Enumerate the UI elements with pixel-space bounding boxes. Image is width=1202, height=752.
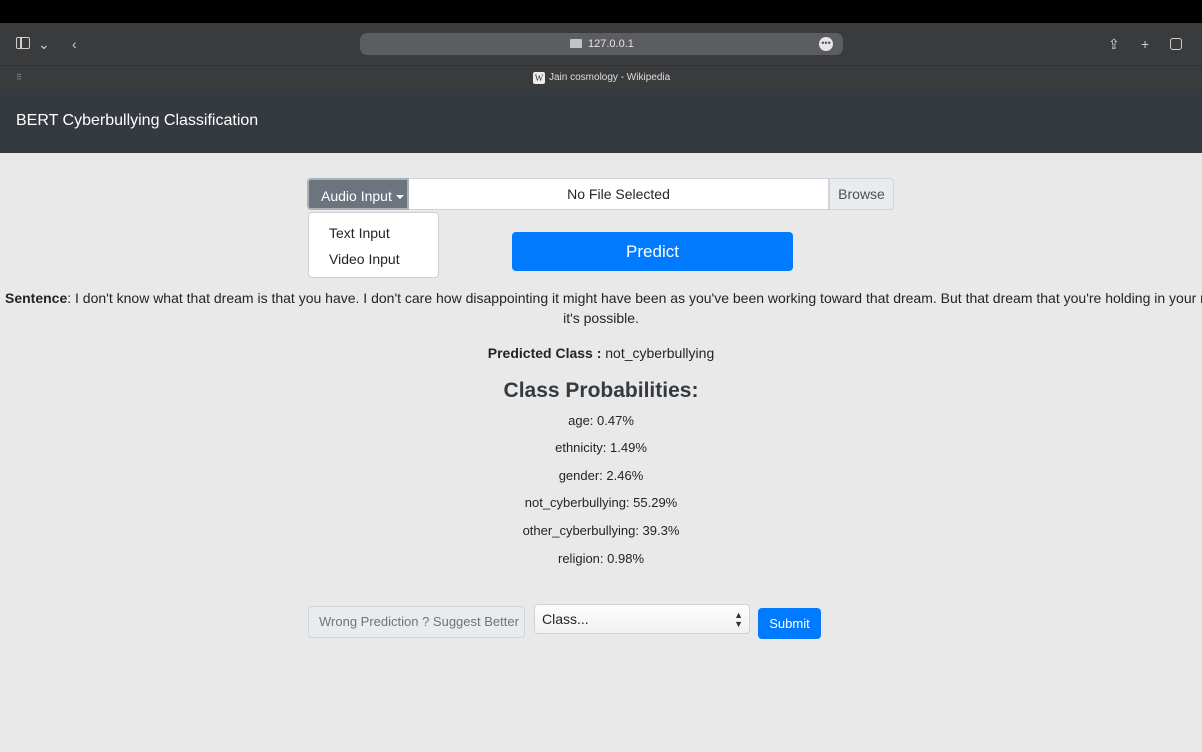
sentence-line-1: Sentence: I don't know what that dream i… <box>5 288 1202 308</box>
new-tab-icon[interactable]: + <box>1141 23 1149 65</box>
class-select-value: Class... <box>542 611 589 627</box>
back-icon[interactable]: ‹ <box>72 23 77 65</box>
probability-other-cyberbullying: other_cyberbullying: 39.3% <box>522 523 680 538</box>
predict-button[interactable]: Predict <box>512 232 793 271</box>
share-icon[interactable]: ⇪ <box>1108 23 1120 65</box>
tabs-overview-icon[interactable] <box>1170 38 1182 50</box>
url-text: 127.0.0.1 <box>588 38 634 50</box>
sentence-line-2: it's possible. <box>563 310 639 326</box>
caret-down-icon <box>395 195 404 200</box>
input-mode-label: Audio Input <box>321 188 392 204</box>
probability-ethnicity: ethnicity: 1.49% <box>555 440 647 455</box>
input-mode-menu: Text Input Video Input <box>308 212 439 278</box>
probability-religion: religion: 0.98% <box>558 551 644 566</box>
screen-top-bar <box>0 0 1202 23</box>
file-input-group: Audio Input No File Selected Browse <box>307 178 894 210</box>
navbar-brand[interactable]: BERT Cyberbullying Classification <box>16 112 258 130</box>
tab-title[interactable]: Jain cosmology - Wikipedia <box>549 66 670 90</box>
predicted-class-value: not_cyberbullying <box>605 345 715 361</box>
probability-age: age: 0.47% <box>568 413 634 428</box>
browse-button[interactable]: Browse <box>829 178 894 210</box>
sentence-value: : I don't know what that dream is that y… <box>67 290 1202 306</box>
select-arrows-icon: ▲ ▼ <box>734 610 743 629</box>
predicted-class: Predicted Class : not_cyberbullying <box>0 345 1202 361</box>
submit-button[interactable]: Submit <box>758 608 821 639</box>
file-field[interactable]: No File Selected <box>409 178 829 210</box>
probabilities-title: Class Probabilities: <box>503 379 699 402</box>
browser-toolbar: ⌄ ‹ 127.0.0.1 ••• ⇪ + <box>0 23 1202 65</box>
navbar: BERT Cyberbullying Classification <box>0 89 1202 153</box>
address-bar[interactable]: 127.0.0.1 ••• <box>360 33 843 55</box>
probability-gender: gender: 2.46% <box>558 468 644 483</box>
predicted-class-label: Predicted Class : <box>487 345 602 361</box>
sentence-text: Sentence: I don't know what that dream i… <box>0 288 1202 328</box>
menu-item-video-input[interactable]: Video Input <box>329 251 400 267</box>
sidebar-icon[interactable] <box>16 37 30 49</box>
input-mode-dropdown[interactable]: Audio Input <box>307 178 409 210</box>
suggest-better-field: Wrong Prediction ? Suggest Better <box>308 606 525 638</box>
site-icon <box>570 39 582 48</box>
probability-not-cyberbullying: not_cyberbullying: 55.29% <box>524 495 678 510</box>
more-icon[interactable]: ••• <box>819 37 833 51</box>
chevron-down-icon[interactable]: ⌄ <box>38 23 50 65</box>
grid-icon[interactable]: ⠿ <box>16 73 23 82</box>
sentence-label: Sentence <box>5 290 68 306</box>
tab-bar: ⠿ W Jain cosmology - Wikipedia <box>0 65 1202 89</box>
class-select[interactable]: Class... ▲ ▼ <box>534 604 750 634</box>
menu-item-text-input[interactable]: Text Input <box>329 225 390 241</box>
wikipedia-icon: W <box>533 72 545 84</box>
